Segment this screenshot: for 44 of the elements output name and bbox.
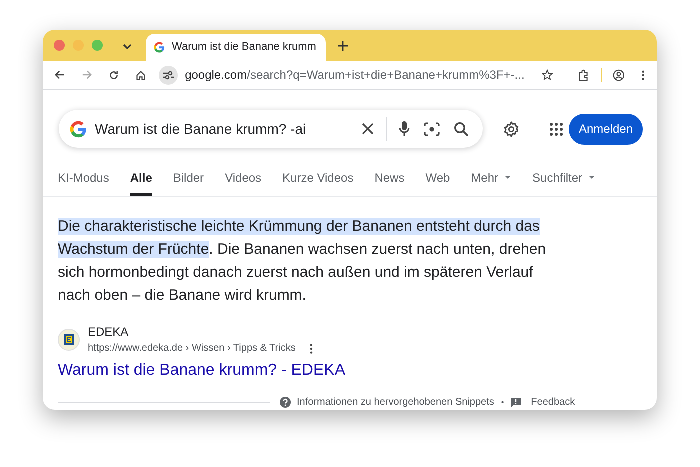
more-vertical-icon[interactable] — [642, 70, 645, 80]
reload-icon[interactable] — [109, 70, 120, 80]
microphone-icon[interactable] — [399, 121, 410, 137]
site-settings-icon[interactable] — [159, 66, 178, 84]
nav-tab[interactable]: Videos — [225, 162, 262, 196]
search-icon[interactable] — [454, 122, 469, 136]
camera-icon[interactable] — [424, 122, 440, 136]
nav-tab[interactable]: Mehr — [471, 162, 512, 196]
chevron-down-icon[interactable] — [123, 44, 132, 50]
nav-tab[interactable]: News — [374, 162, 405, 196]
g-logo-icon — [154, 42, 165, 53]
close-icon[interactable] — [362, 123, 374, 135]
nav-tab[interactable]: Alle — [130, 162, 152, 196]
profile-icon[interactable] — [613, 68, 626, 82]
sign-in-button[interactable]: Anmelden — [568, 114, 643, 144]
search-query: Warum ist die Banane krumm? -ai — [95, 120, 306, 138]
result-link[interactable]: Warum ist die Banane krumm? - EDEKA — [58, 359, 657, 383]
feedback-link[interactable]: Feedback — [531, 395, 576, 410]
tab-title: Warum ist die Banane krumm — [172, 40, 316, 56]
nav-tab[interactable]: KI-Modus — [58, 162, 110, 196]
separator-dot: • — [501, 396, 504, 408]
settings-icon[interactable] — [503, 120, 520, 138]
site-name: EDEKA — [88, 324, 130, 341]
address-field[interactable]: google.com/search?q=Warum+ist+die+Banane+krumm%3F+-... — [185, 67, 525, 83]
nav-tab[interactable]: Suchfilter — [532, 162, 596, 196]
e-logo-icon — [64, 334, 74, 345]
help-icon[interactable] — [280, 397, 291, 408]
nav-tab[interactable]: Bilder — [173, 162, 204, 196]
apps-grid-icon[interactable] — [550, 122, 563, 136]
plus-icon[interactable] — [338, 41, 348, 51]
nav-tab[interactable]: Kurze Videos — [282, 162, 354, 196]
g-logo-icon — [70, 120, 87, 138]
breadcrumb: https://www.edeka.de › Wissen › Tipps & Tricks — [88, 342, 296, 356]
more-vertical-icon[interactable] — [310, 344, 313, 354]
browser-tab[interactable]: Warum ist die Banane krumm — [146, 34, 326, 61]
feedback-icon[interactable] — [511, 398, 522, 408]
featured-snippet: Die charakteristische leichte Krümmung der Bananen entsteht durch das Wachstum der Früchte. Die Bananen wachsen zuerst nach unten, drehen sich hormonbedingt danach zuerst nach außen und im späteren Verlauf nach oben – die Banane wird krumm. — [58, 217, 548, 306]
back-arrow-icon[interactable] — [55, 70, 66, 80]
nav-tab[interactable]: Web — [426, 162, 450, 196]
home-icon[interactable] — [136, 70, 146, 80]
snippet-info-link[interactable]: Informationen zu hervorgehobenen Snippets — [297, 395, 494, 410]
search-field[interactable]: Warum ist die Banane krumm? -ai — [59, 110, 483, 148]
puzzle-icon[interactable] — [578, 68, 590, 82]
star-icon[interactable] — [542, 69, 553, 81]
